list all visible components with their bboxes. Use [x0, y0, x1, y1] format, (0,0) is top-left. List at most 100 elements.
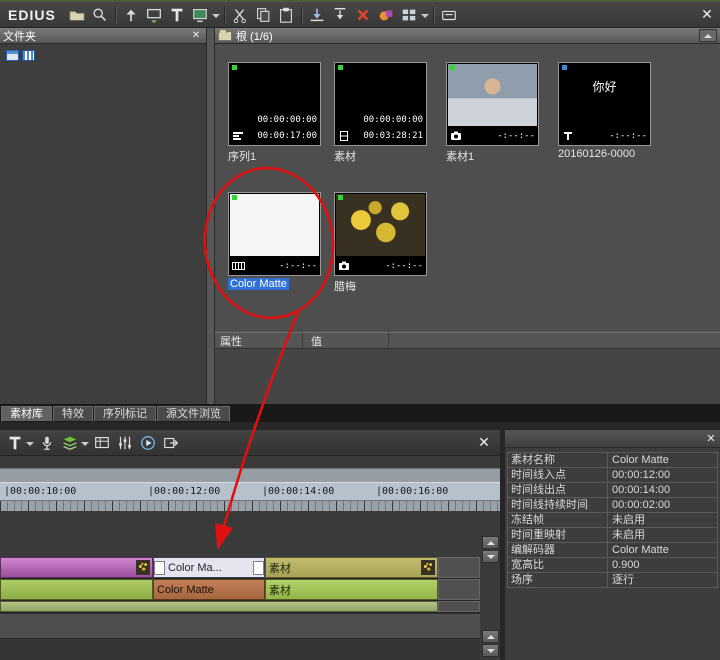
insert-icon[interactable] [329, 4, 352, 26]
timeline-clip-purple[interactable] [0, 557, 153, 578]
properties-panel-header[interactable]: ✕ [505, 430, 720, 448]
folder-icon[interactable] [66, 4, 89, 26]
tab-effects[interactable]: 特效 [53, 406, 93, 422]
window-close-button[interactable]: ✕ [694, 4, 720, 26]
timeline-clip-strip[interactable] [0, 601, 438, 612]
property-row: 素材名称Color Matte [508, 453, 718, 468]
cut-icon[interactable] [229, 4, 252, 26]
delete-icon[interactable] [352, 4, 375, 26]
folder-panel-header[interactable]: 文件夹 ✕ [0, 28, 206, 44]
clip-status-dot [562, 65, 567, 70]
property-row: 冻结帧未启用 [508, 513, 718, 528]
clip-thumbnail[interactable]: -:--:-- [334, 192, 427, 276]
clip-label: 序列1 [228, 148, 324, 164]
title-tool-icon[interactable] [166, 4, 189, 26]
effects-icon[interactable] [375, 4, 398, 26]
window-gap [0, 422, 720, 430]
timeline-close-button[interactable]: ✕ [471, 432, 497, 454]
timeline-tick-strip[interactable] [0, 500, 500, 511]
clip-timecode-dur: -:--:-- [279, 262, 317, 271]
clip-thumbnail[interactable]: -:--:-- [446, 62, 539, 146]
scroll-down-button[interactable] [482, 644, 499, 657]
layout-caret-icon[interactable] [421, 14, 429, 22]
search-icon[interactable] [89, 4, 112, 26]
bin-clip-sucai1[interactable]: -:--:-- 素材1 [446, 62, 542, 164]
bin-prop-col-value[interactable]: 值 [303, 333, 389, 349]
property-value: 0.900 [608, 558, 718, 572]
overwrite-icon[interactable] [306, 4, 329, 26]
bin-tabs-row: 素材库 特效 序列标记 源文件浏览 [0, 404, 720, 422]
paste-icon[interactable] [275, 4, 298, 26]
clip-status-dot [232, 195, 237, 200]
monitor-mode-icon[interactable] [189, 4, 212, 26]
track-panel-icon[interactable] [90, 432, 113, 454]
bin-up-level-button[interactable] [699, 29, 717, 42]
bin-panel-header[interactable]: 根 (1/6) [215, 28, 720, 44]
folder-panel-title: 文件夹 [3, 28, 36, 44]
property-row: 时间线出点00:00:14:00 [508, 483, 718, 498]
up-level-icon[interactable] [120, 4, 143, 26]
clip-thumbnail[interactable]: 你好 -:--:-- [558, 62, 651, 146]
empty-track-space[interactable] [438, 557, 480, 578]
properties-close-button[interactable]: ✕ [702, 432, 720, 445]
clip-thumbnail[interactable]: -:--:-- [228, 192, 321, 276]
scroll-up-button[interactable] [482, 630, 499, 643]
property-row: 时间线入点00:00:12:00 [508, 468, 718, 483]
clip-thumbnail[interactable]: 00:00:00:00 00:00:17:00 [228, 62, 321, 146]
timeline-empty-track[interactable] [0, 613, 480, 639]
bin-clip-title[interactable]: 你好 -:--:-- 20160126-0000 [558, 62, 654, 160]
trim-handle-in[interactable] [154, 561, 165, 575]
track-layers-caret-icon[interactable] [81, 442, 89, 450]
trim-handle-out[interactable] [253, 561, 264, 575]
empty-track-space[interactable] [438, 579, 480, 600]
panel-splitter[interactable] [207, 28, 215, 404]
clip-name: Color Matte [154, 584, 217, 596]
bin-clip-lamei[interactable]: -:--:-- 腊梅 [334, 192, 430, 294]
sequence-icon [232, 130, 244, 142]
timeline-marker-band[interactable] [0, 468, 500, 482]
empty-track-space[interactable] [438, 601, 480, 612]
title-tool-caret-icon[interactable] [26, 442, 34, 450]
titlebar: EDIUS ✕ [0, 0, 720, 28]
bin-clip-color-matte[interactable]: -:--:-- Color Matte [228, 192, 324, 290]
bin-clip-sucai[interactable]: 00:00:00:00 00:03:28:21 素材 [334, 62, 430, 164]
clip-thumbnail[interactable]: 00:00:00:00 00:03:28:21 [334, 62, 427, 146]
playback-icon[interactable] [136, 432, 159, 454]
property-value: 未启用 [608, 528, 718, 542]
clip-mini-thumbnail [421, 560, 435, 575]
audio-mixer-icon[interactable] [113, 432, 136, 454]
clip-timecode-dur: 00:00:17:00 [257, 132, 317, 141]
property-name: 时间重映射 [508, 528, 608, 542]
clip-photo-flower [336, 194, 425, 256]
scroll-down-button[interactable] [482, 550, 499, 563]
timeline-clip-sucai-video[interactable]: 素材 [265, 557, 438, 578]
tab-sequence-marker[interactable]: 序列标记 [94, 406, 156, 422]
timeline-clip-audio-lead[interactable] [0, 579, 153, 600]
monitor-mode-caret-icon[interactable] [212, 14, 220, 22]
tab-bin[interactable]: 素材库 [1, 406, 52, 422]
timeline-ruler[interactable]: |00:00:10:00 |00:00:12:00 |00:00:14:00 |… [0, 482, 500, 500]
clip-timecode-in: 00:00:00:00 [257, 116, 317, 125]
timeline-title-tool-icon[interactable] [3, 432, 26, 454]
folder-tree-root-item[interactable] [0, 44, 206, 61]
export-icon[interactable] [159, 432, 182, 454]
track-layers-icon[interactable] [58, 432, 81, 454]
tab-source-browser[interactable]: 源文件浏览 [157, 406, 230, 422]
bin-folder-icon [218, 31, 232, 41]
film-icon [338, 130, 350, 142]
timeline-clip-sucai-audio[interactable]: 素材 [265, 579, 438, 600]
layout-icon[interactable] [398, 4, 421, 26]
recorder-icon[interactable] [438, 4, 461, 26]
folder-panel-close-button[interactable]: ✕ [189, 30, 203, 41]
scroll-up-button[interactable] [482, 536, 499, 549]
bin-clip-sequence1[interactable]: 00:00:00:00 00:00:17:00 序列1 [228, 62, 324, 164]
timeline-clip-color-matte-audio[interactable]: Color Matte [153, 579, 265, 600]
voiceover-mic-icon[interactable] [35, 432, 58, 454]
bin-prop-col-attr[interactable]: 属性 [215, 333, 303, 349]
clip-label: 素材 [334, 148, 430, 164]
property-value: 00:00:12:00 [608, 468, 718, 482]
copy-icon[interactable] [252, 4, 275, 26]
timeline-clip-color-matte-video[interactable]: Color Ma... [153, 557, 265, 578]
property-row: 宽高比0.900 [508, 558, 718, 573]
capture-icon[interactable] [143, 4, 166, 26]
